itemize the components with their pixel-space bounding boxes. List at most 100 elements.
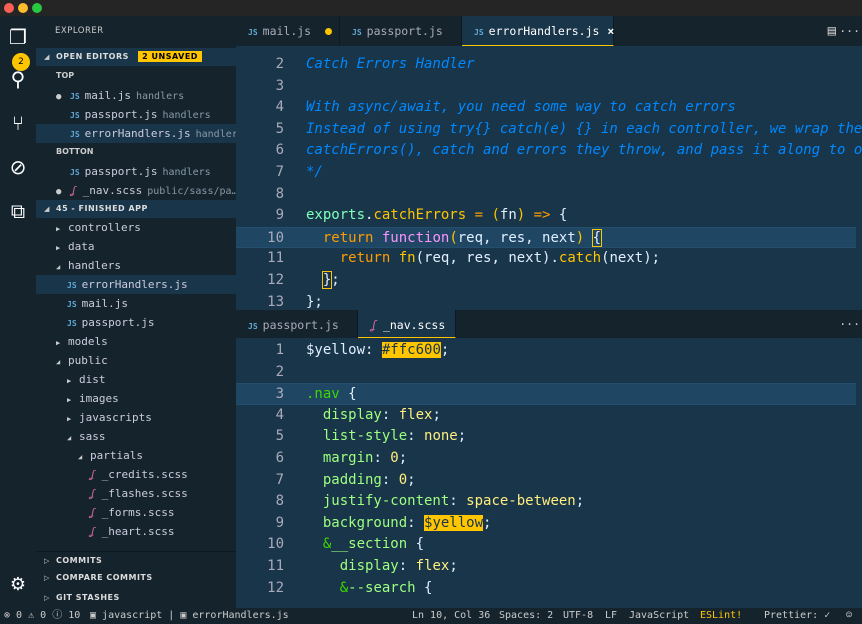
code-token: ; — [483, 514, 492, 531]
tree-item[interactable]: ▶ javascripts — [36, 408, 236, 427]
problems-indicator[interactable]: ⊗ 0 ⚠ 0 ⓘ 10 — [4, 608, 80, 624]
unsaved-dot-icon[interactable] — [325, 28, 333, 35]
code-token: catchErrors — [373, 207, 467, 224]
tree-item[interactable]: ▶ controllers — [36, 218, 236, 237]
code-token: { — [339, 386, 357, 403]
line-number: 12 — [267, 579, 284, 596]
source-control-icon[interactable]: ⑂ — [5, 110, 31, 136]
tree-item[interactable]: ◢ public — [36, 351, 236, 370]
tree-item[interactable]: ▶ dist — [36, 370, 236, 389]
gear-icon[interactable]: ⚙ — [5, 572, 31, 598]
top-editor-pane[interactable]: 2 Catch Errors Handler 3 4 With async/await,… — [236, 46, 862, 310]
code-token: none — [424, 428, 458, 445]
tree-item[interactable]: ▶ data — [36, 237, 236, 256]
open-editor-item[interactable]: JS passport.js handlers — [36, 105, 236, 124]
code-token: { — [558, 207, 568, 224]
close-window-button[interactable] — [4, 3, 14, 13]
editor-tab[interactable]: JS passport.js — [236, 310, 358, 338]
eslint-status[interactable]: ESLint! — [700, 608, 742, 624]
encoding[interactable]: UTF-8 — [563, 608, 593, 624]
more-actions-icon[interactable]: ··· — [839, 16, 860, 46]
tree-item[interactable]: ◢ sass — [36, 427, 236, 446]
editor-tab[interactable]: JS mail.js — [236, 16, 340, 46]
minimize-window-button[interactable] — [18, 3, 28, 13]
tree-item[interactable]: JS passport.js — [36, 313, 236, 332]
chevron-right-icon: ▶ — [56, 244, 61, 252]
open-editor-item[interactable]: ● JS mail.js handlers — [36, 86, 236, 105]
file-dir: handler… — [195, 129, 236, 140]
tree-item[interactable]: ◢ partials — [36, 446, 236, 465]
code-line: 3 .nav { — [236, 383, 856, 405]
code-token: ; — [449, 558, 458, 574]
tree-item[interactable]: ʆ _heart.scss — [36, 522, 236, 541]
unsaved-count-badge: 2 UNSAVED — [138, 51, 202, 62]
tree-item[interactable]: ʆ _forms.scss — [36, 503, 236, 522]
tree-item[interactable]: ◢ handlers — [36, 256, 236, 275]
maximize-window-button[interactable] — [32, 3, 42, 13]
code-token: background — [322, 514, 408, 531]
open-editors-label: OPEN EDITORS — [56, 52, 129, 61]
bottom-editor-pane[interactable]: 1 $yellow: #ffc600; 2 3 .nav {4 display: fle… — [236, 340, 862, 608]
code-token: ; — [331, 272, 340, 288]
code-line: 10 return function(req, res, next) { — [236, 226, 856, 249]
code-token: list-style — [322, 428, 408, 445]
close-tab-icon[interactable]: × — [607, 24, 614, 38]
editor-tab[interactable]: JS passport.js — [340, 16, 462, 46]
tree-item[interactable]: ʆ _credits.scss — [36, 465, 236, 484]
extensions-icon[interactable]: ⧉ — [5, 198, 31, 224]
tree-item-label: public — [68, 354, 108, 367]
status-bar: ⊗ 0 ⚠ 0 ⓘ 10 ▣ javascript | ▣ errorHandl… — [0, 608, 862, 624]
scope-indicator[interactable]: ▣ javascript | ▣ errorHandlers.js — [90, 608, 289, 624]
cursor-position[interactable]: Ln 10, Col 36 — [412, 608, 490, 624]
debug-icon[interactable]: ⊘ — [5, 154, 31, 180]
search-icon[interactable]: ⚲ — [5, 66, 31, 92]
code-line: 6 margin: 0; — [236, 448, 856, 470]
tree-item[interactable]: ▶ images — [36, 389, 236, 408]
split-editor-icon[interactable]: ▤ — [828, 16, 836, 46]
code-line: 1 $yellow: #ffc600; — [236, 340, 856, 362]
files-icon[interactable]: ❐ — [5, 24, 31, 50]
git-stashes-section[interactable]: ▷ GIT STASHES — [36, 589, 236, 607]
feedback-smiley-icon[interactable]: ☺ — [846, 608, 852, 624]
code-token: __section — [331, 536, 408, 553]
chevron-right-icon: ▶ — [67, 396, 72, 404]
file-name: errorHandlers.js — [84, 127, 191, 140]
open-editors-header[interactable]: ◢ OPEN EDITORS 2 UNSAVED — [36, 48, 236, 66]
commits-section[interactable]: ▷ COMMITS — [36, 551, 236, 569]
editor-tab[interactable]: ʆ _nav.scss — [358, 310, 456, 359]
code-line: 12 &--search { — [236, 578, 856, 600]
tree-item[interactable]: ʆ _flashes.scss — [36, 484, 236, 503]
code-token: Catch Errors Handler — [306, 56, 475, 72]
open-editor-item[interactable]: JS errorHandlers.js handler… — [36, 124, 236, 143]
project-header[interactable]: ◢ 45 - FINISHED APP — [36, 200, 236, 218]
more-actions-icon[interactable]: ··· — [839, 310, 860, 338]
compare-commits-section[interactable]: ▷ COMPARE COMMITS — [36, 569, 236, 587]
code-line: 2 — [236, 362, 856, 384]
unsaved-dot-icon[interactable]: ● — [56, 88, 70, 105]
tree-item[interactable]: JS mail.js — [36, 294, 236, 313]
indentation[interactable]: Spaces: 2 — [499, 608, 553, 624]
tree-item[interactable]: JS errorHandlers.js — [36, 275, 236, 294]
js-file-icon: JS — [70, 168, 80, 177]
open-editor-item[interactable]: JS passport.js handlers — [36, 162, 236, 181]
code-token: ; — [440, 342, 450, 358]
code-token: . — [550, 250, 559, 267]
language-mode[interactable]: JavaScript — [629, 608, 689, 624]
editor-tab[interactable]: JS errorHandlers.js × — [462, 16, 614, 46]
line-number: 8 — [275, 185, 284, 202]
code-line: 5 list-style: none; — [236, 426, 856, 448]
open-editor-item[interactable]: ● ʆ _nav.scss public/sass/pa… — [36, 181, 236, 200]
js-file-icon: JS — [67, 319, 77, 328]
code-token: ) — [516, 207, 526, 224]
tree-item[interactable]: ▶ models — [36, 332, 236, 351]
code-line: 9 background: $yellow; — [236, 513, 856, 535]
prettier-status[interactable]: Prettier: ✓ — [764, 608, 830, 624]
line-number: 10 — [267, 536, 284, 553]
unsaved-dot-icon[interactable]: ● — [56, 183, 70, 200]
line-ending[interactable]: LF — [605, 608, 617, 624]
code-token: (next); — [601, 250, 661, 267]
code-line: 3 — [236, 76, 856, 98]
